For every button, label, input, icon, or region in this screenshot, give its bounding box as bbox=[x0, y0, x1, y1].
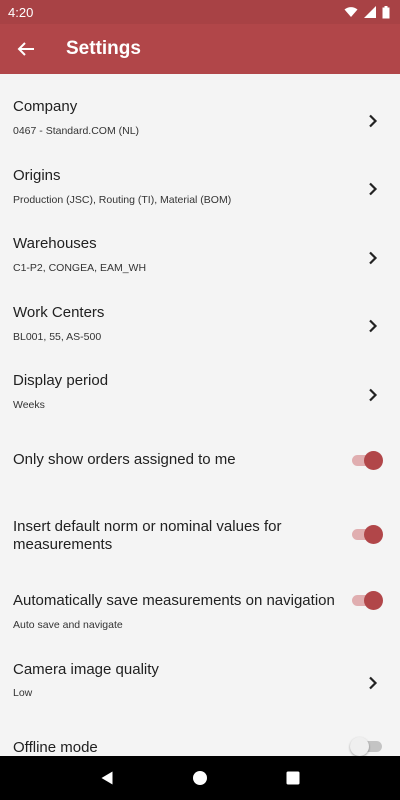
status-bar: 4:20 bbox=[0, 0, 400, 24]
setting-insert-default-title-line2: measurements bbox=[13, 536, 113, 553]
chevron-right-icon bbox=[369, 676, 378, 690]
setting-company-value: 0467 - Standard.COM (NL) bbox=[13, 125, 140, 137]
offline-mode-toggle[interactable] bbox=[350, 736, 384, 756]
setting-only-assigned-title: Only show orders assigned to me bbox=[13, 451, 236, 468]
chevron-right-icon bbox=[369, 114, 378, 128]
signal-icon bbox=[364, 6, 376, 18]
setting-work-centers[interactable]: Work Centers BL001, 55, AS-500 bbox=[0, 280, 400, 348]
setting-display-period[interactable]: Display period Weeks bbox=[0, 348, 400, 417]
wifi-icon bbox=[344, 7, 358, 17]
setting-warehouses-title: Warehouses bbox=[13, 235, 97, 252]
setting-origins-value: Production (JSC), Routing (TI), Material… bbox=[13, 194, 232, 206]
settings-list: Company 0467 - Standard.COM (NL) Origins… bbox=[0, 74, 400, 756]
home-circle-icon bbox=[192, 771, 207, 785]
auto-save-toggle[interactable] bbox=[350, 590, 384, 610]
setting-display-period-title: Display period bbox=[13, 372, 109, 389]
insert-default-toggle[interactable] bbox=[350, 524, 384, 544]
setting-company[interactable]: Company 0467 - Standard.COM (NL) bbox=[0, 74, 400, 142]
setting-insert-default-title-line1: Insert default norm or nominal values fo… bbox=[13, 518, 282, 535]
toggle-thumb bbox=[350, 737, 369, 756]
setting-work-centers-value: BL001, 55, AS-500 bbox=[13, 331, 102, 343]
setting-origins[interactable]: Origins Production (JSC), Routing (TI), … bbox=[0, 142, 400, 211]
setting-camera-quality-value: Low bbox=[13, 687, 33, 699]
setting-auto-save-title: Automatically save measurements on navig… bbox=[13, 592, 335, 609]
setting-warehouses[interactable]: Warehouses C1-P2, CONGEA, EAM_WH bbox=[0, 211, 400, 280]
toggle-thumb bbox=[364, 525, 383, 544]
recents-square-icon bbox=[286, 771, 300, 785]
status-icons bbox=[344, 5, 390, 19]
setting-origins-title: Origins bbox=[13, 167, 61, 184]
chevron-right-icon bbox=[369, 319, 378, 333]
setting-display-period-value: Weeks bbox=[13, 399, 45, 411]
setting-only-assigned[interactable]: Only show orders assigned to me bbox=[0, 417, 400, 501]
setting-company-title: Company bbox=[13, 98, 78, 115]
chevron-right-icon bbox=[369, 388, 378, 402]
setting-offline-mode-title: Offline mode bbox=[13, 739, 98, 756]
nav-back-button[interactable] bbox=[92, 763, 122, 793]
setting-offline-mode[interactable]: Offline mode bbox=[0, 722, 400, 756]
system-nav-bar bbox=[0, 756, 400, 800]
nav-recents-button[interactable] bbox=[278, 763, 308, 793]
battery-icon bbox=[382, 5, 390, 18]
toggle-thumb bbox=[364, 451, 383, 470]
setting-camera-quality-title: Camera image quality bbox=[13, 661, 159, 678]
setting-work-centers-title: Work Centers bbox=[13, 304, 105, 321]
setting-insert-default[interactable]: Insert default norm or nominal values fo… bbox=[0, 501, 400, 577]
setting-auto-save-value: Auto save and navigate bbox=[13, 619, 123, 631]
page-title: Settings bbox=[66, 38, 141, 59]
toggle-thumb bbox=[364, 591, 383, 610]
chevron-right-icon bbox=[369, 251, 378, 265]
arrow-left-icon bbox=[17, 42, 34, 56]
status-time: 4:20 bbox=[8, 4, 34, 20]
back-triangle-icon bbox=[101, 771, 113, 785]
app-bar: Settings bbox=[0, 24, 400, 74]
chevron-right-icon bbox=[369, 182, 378, 196]
setting-camera-quality[interactable]: Camera image quality Low bbox=[0, 652, 400, 722]
back-button[interactable] bbox=[0, 24, 52, 74]
setting-warehouses-value: C1-P2, CONGEA, EAM_WH bbox=[13, 262, 147, 274]
setting-auto-save[interactable]: Automatically save measurements on navig… bbox=[0, 577, 400, 652]
only-assigned-toggle[interactable] bbox=[350, 450, 384, 470]
nav-home-button[interactable] bbox=[185, 763, 215, 793]
